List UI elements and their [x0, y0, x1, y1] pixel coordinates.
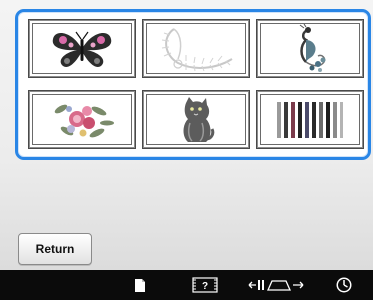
embroidery-selection-screen: Return ?	[0, 0, 373, 300]
flower-bouquet-icon	[54, 104, 114, 137]
design-tile-cat[interactable]	[142, 90, 250, 149]
bar-pattern-icon	[277, 101, 343, 138]
design-grid	[15, 9, 371, 160]
design-tile-butterfly[interactable]	[28, 19, 136, 78]
design-tile-bar-pattern[interactable]	[256, 90, 364, 149]
design-tile-feather[interactable]	[142, 19, 250, 78]
feather-icon	[161, 27, 233, 71]
butterfly-icon	[52, 31, 112, 67]
design-tile-flower-bouquet[interactable]	[28, 90, 136, 149]
return-button[interactable]: Return	[18, 233, 92, 265]
cat-icon	[183, 96, 215, 142]
help-icon[interactable]: ?	[190, 270, 220, 300]
stitch-width-icon[interactable]	[246, 270, 306, 300]
design-tile-peacock[interactable]	[256, 19, 364, 78]
clock-icon[interactable]	[332, 270, 356, 300]
status-bar: ?	[0, 270, 373, 300]
peacock-icon	[299, 23, 326, 72]
svg-text:?: ?	[202, 281, 208, 292]
page-icon[interactable]	[128, 270, 152, 300]
